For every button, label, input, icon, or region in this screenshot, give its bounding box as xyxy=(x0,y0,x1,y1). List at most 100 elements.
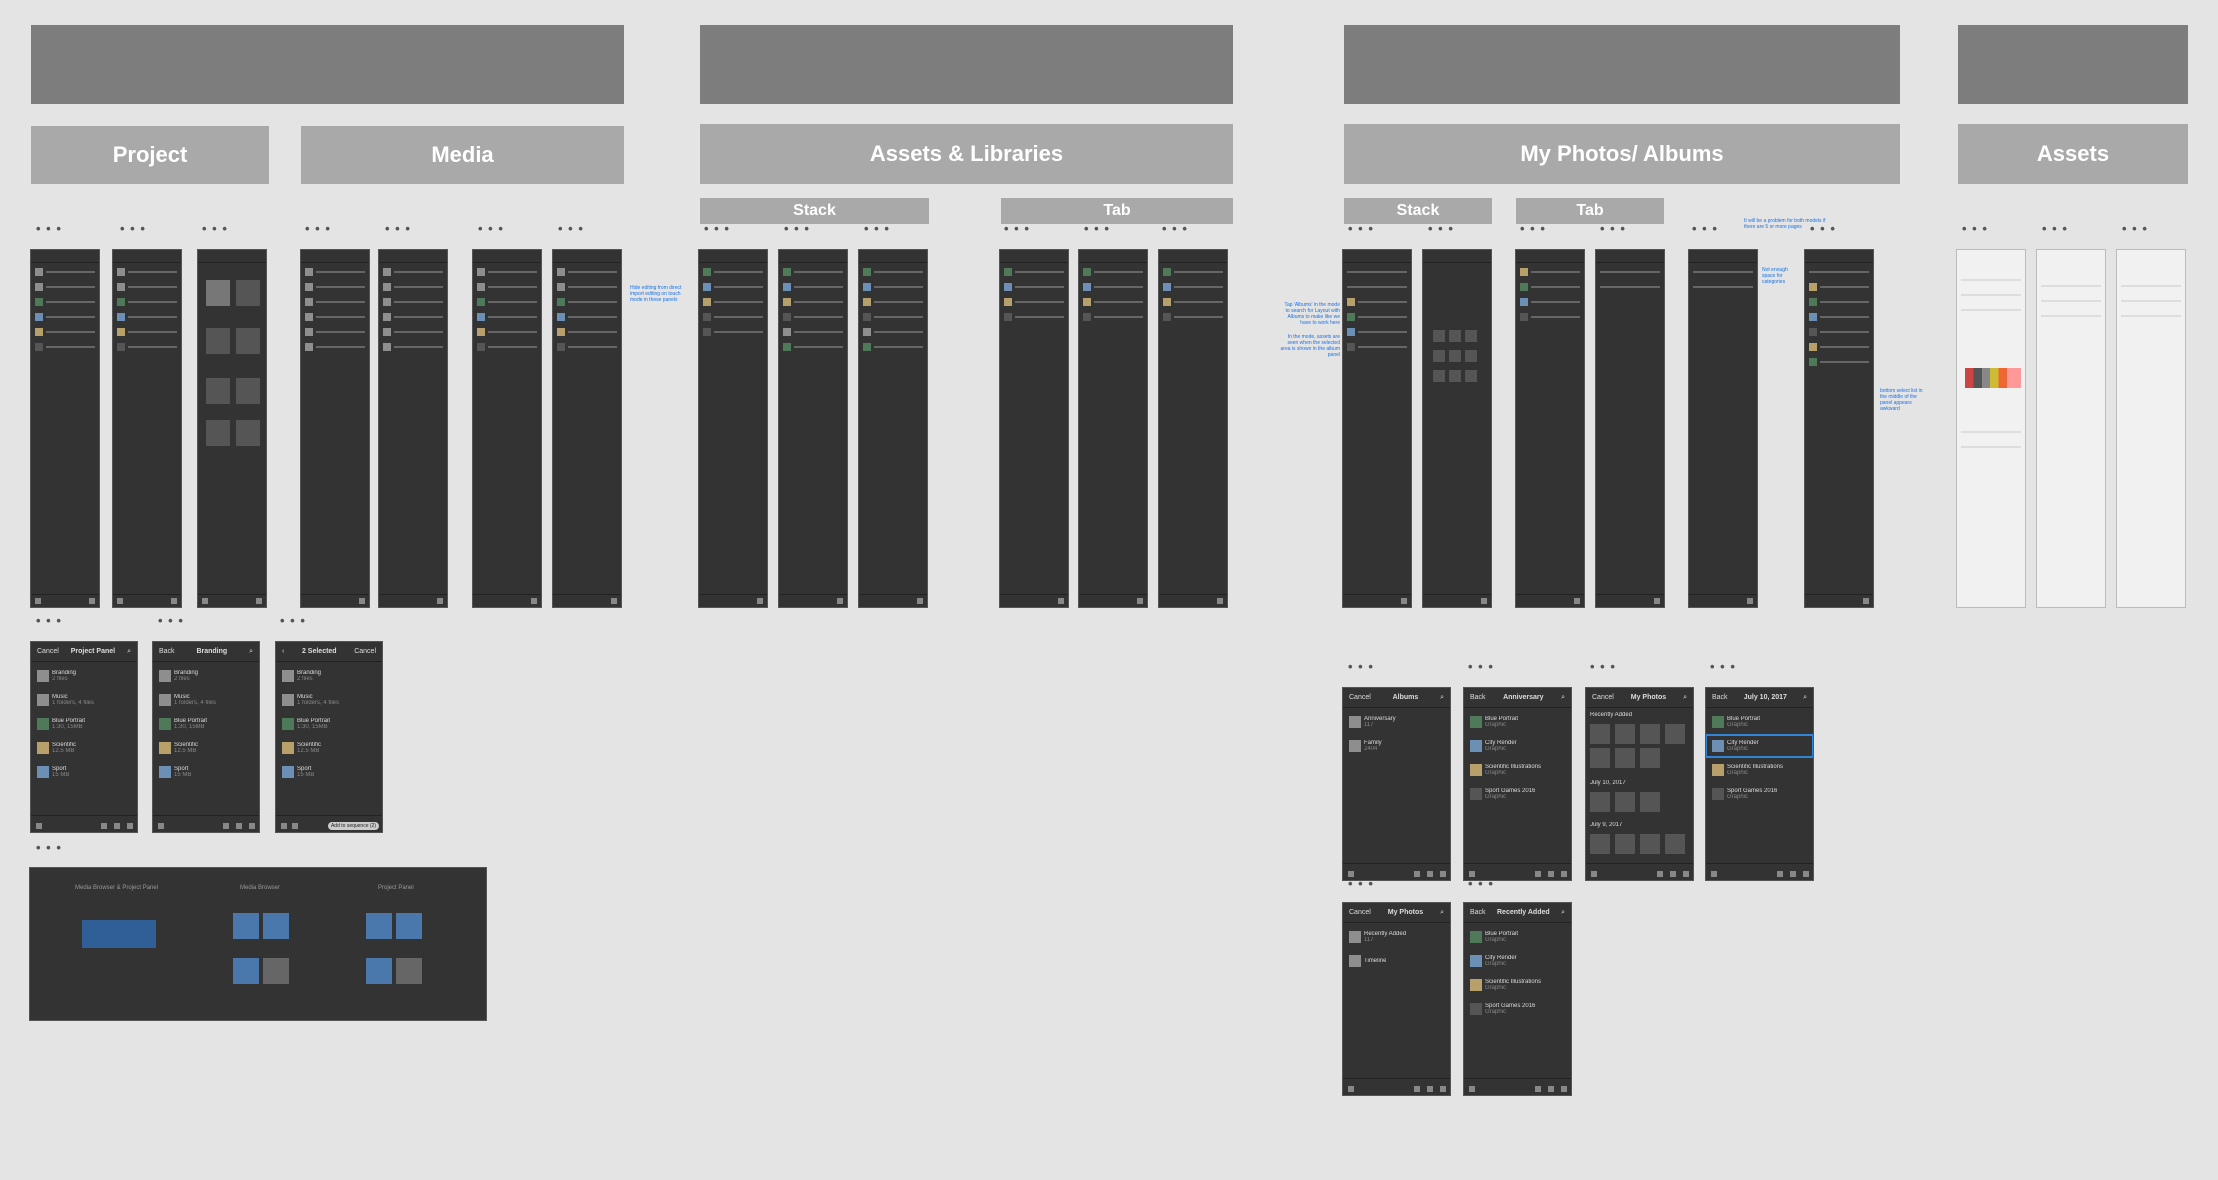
list-view-icon[interactable] xyxy=(1790,871,1796,877)
cancel-button[interactable]: Cancel xyxy=(37,648,59,655)
grid-tile[interactable] xyxy=(1615,724,1635,744)
list-item[interactable]: City Render Graphic xyxy=(1470,951,1565,971)
more-menu-icon[interactable]: • • • xyxy=(1692,222,1718,235)
more-menu-icon[interactable]: • • • xyxy=(2042,222,2068,235)
more-menu-icon[interactable]: • • • xyxy=(1710,660,1736,673)
more-menu-icon[interactable]: • • • xyxy=(2122,222,2148,235)
list-item[interactable]: Sport Games 2016 Graphic xyxy=(1712,784,1807,804)
grid-view-icon[interactable] xyxy=(1561,871,1567,877)
more-menu-icon[interactable]: • • • xyxy=(478,222,504,235)
list-item[interactable]: Sport Games 2016 Graphic xyxy=(1470,999,1565,1019)
more-menu-icon[interactable]: • • • xyxy=(36,222,62,235)
sort-icon[interactable] xyxy=(101,823,107,829)
search-icon[interactable]: ⌕ xyxy=(1440,909,1444,917)
more-menu-icon[interactable]: • • • xyxy=(558,222,584,235)
list-item[interactable]: Scientific 12.5 MB xyxy=(37,738,131,758)
more-menu-icon[interactable]: • • • xyxy=(158,614,184,627)
sort-icon[interactable] xyxy=(1535,1086,1541,1092)
more-menu-icon[interactable]: • • • xyxy=(1520,222,1546,235)
sort-icon[interactable] xyxy=(1414,871,1420,877)
add-icon[interactable] xyxy=(36,823,42,829)
more-menu-icon[interactable]: • • • xyxy=(385,222,411,235)
list-item[interactable]: Blue Portrait Graphic xyxy=(1712,712,1807,732)
more-menu-icon[interactable]: • • • xyxy=(784,222,810,235)
list-view-icon[interactable] xyxy=(1427,1086,1433,1092)
list-item[interactable]: Scientific Illustrations Graphic xyxy=(1470,760,1565,780)
back-button[interactable]: Back xyxy=(159,648,175,655)
more-menu-icon[interactable]: • • • xyxy=(305,222,331,235)
list-view-icon[interactable] xyxy=(1670,871,1676,877)
more-menu-icon[interactable]: • • • xyxy=(1348,660,1374,673)
add-icon[interactable] xyxy=(158,823,164,829)
list-item[interactable]: Music 1 folders, 4 files xyxy=(37,690,131,710)
list-item[interactable]: Sport 15 MB xyxy=(37,762,131,782)
grid-tile[interactable] xyxy=(1590,748,1610,768)
sort-icon[interactable] xyxy=(223,823,229,829)
add-icon[interactable] xyxy=(1711,871,1717,877)
search-icon[interactable]: ⌕ xyxy=(1561,694,1565,702)
add-to-sequence-button[interactable]: Add to sequence (2) xyxy=(327,822,379,830)
list-item[interactable]: Music 1 folders, 4 files xyxy=(159,690,253,710)
list-item[interactable]: Music 1 folders, 4 files xyxy=(282,690,376,710)
grid-view-icon[interactable] xyxy=(1683,871,1689,877)
grid-view-icon[interactable] xyxy=(1803,871,1809,877)
list-item[interactable]: Sport 15 MB xyxy=(282,762,376,782)
sort-icon[interactable] xyxy=(1657,871,1663,877)
grid-tile[interactable] xyxy=(1615,748,1635,768)
list-item[interactable]: City Render Graphic xyxy=(1470,736,1565,756)
list-item[interactable]: Timeline xyxy=(1349,951,1444,971)
search-icon[interactable]: ⌕ xyxy=(1683,694,1687,702)
more-menu-icon[interactable]: • • • xyxy=(1468,877,1494,890)
add-icon[interactable] xyxy=(1348,1086,1354,1092)
more-menu-icon[interactable]: • • • xyxy=(1468,660,1494,673)
grid-view-icon[interactable] xyxy=(1440,1086,1446,1092)
list-item[interactable]: Blue Portrait 1:30, 15MB xyxy=(37,714,131,734)
more-menu-icon[interactable]: • • • xyxy=(1962,222,1988,235)
grid-tile[interactable] xyxy=(1640,724,1660,744)
cancel-button[interactable]: Cancel xyxy=(1592,694,1614,701)
share-icon[interactable] xyxy=(292,823,298,829)
grid-tile[interactable] xyxy=(1640,834,1660,854)
list-item-selected[interactable]: City Render Graphic xyxy=(1706,734,1813,758)
list-item[interactable]: Family 2404 xyxy=(1349,736,1444,756)
add-icon[interactable] xyxy=(1591,871,1597,877)
cancel-button[interactable]: Cancel xyxy=(1349,909,1371,916)
more-menu-icon[interactable]: • • • xyxy=(120,222,146,235)
grid-view-icon[interactable] xyxy=(127,823,133,829)
grid-tile[interactable] xyxy=(1615,792,1635,812)
grid-view-icon[interactable] xyxy=(1440,871,1446,877)
grid-tile[interactable] xyxy=(1590,834,1610,854)
more-menu-icon[interactable]: • • • xyxy=(1428,222,1454,235)
list-item[interactable]: Blue Portrait Graphic xyxy=(1470,712,1565,732)
sort-icon[interactable] xyxy=(1535,871,1541,877)
more-menu-icon[interactable]: • • • xyxy=(864,222,890,235)
more-menu-icon[interactable]: • • • xyxy=(1348,222,1374,235)
more-menu-icon[interactable]: • • • xyxy=(36,614,62,627)
more-menu-icon[interactable]: • • • xyxy=(1004,222,1030,235)
list-item[interactable]: Anniversary 117 xyxy=(1349,712,1444,732)
list-item[interactable]: Blue Portrait Graphic xyxy=(1470,927,1565,947)
list-item[interactable]: Scientific Illustrations Graphic xyxy=(1470,975,1565,995)
back-button[interactable]: Back xyxy=(1712,694,1728,701)
cancel-button[interactable]: Cancel xyxy=(354,648,376,655)
list-item[interactable]: Sport Games 2016 Graphic xyxy=(1470,784,1565,804)
search-icon[interactable]: ⌕ xyxy=(1440,694,1444,702)
more-menu-icon[interactable]: • • • xyxy=(1348,877,1374,890)
list-item[interactable]: Branding 2 files xyxy=(159,666,253,686)
list-view-icon[interactable] xyxy=(1548,871,1554,877)
grid-tile[interactable] xyxy=(1665,724,1685,744)
list-item[interactable]: Scientific 12.5 MB xyxy=(282,738,376,758)
more-menu-icon[interactable]: • • • xyxy=(1590,660,1616,673)
sort-icon[interactable] xyxy=(1777,871,1783,877)
more-menu-icon[interactable]: • • • xyxy=(36,841,62,854)
back-button[interactable]: Back xyxy=(1470,694,1486,701)
more-menu-icon[interactable]: • • • xyxy=(202,222,228,235)
sort-icon[interactable] xyxy=(1414,1086,1420,1092)
list-view-icon[interactable] xyxy=(1548,1086,1554,1092)
list-view-icon[interactable] xyxy=(236,823,242,829)
chevron-left-icon[interactable]: ‹ xyxy=(282,648,284,655)
list-item[interactable]: Blue Portrait 1:30, 15MB xyxy=(159,714,253,734)
grid-tile[interactable] xyxy=(1640,792,1660,812)
list-view-icon[interactable] xyxy=(1427,871,1433,877)
add-icon[interactable] xyxy=(1469,1086,1475,1092)
